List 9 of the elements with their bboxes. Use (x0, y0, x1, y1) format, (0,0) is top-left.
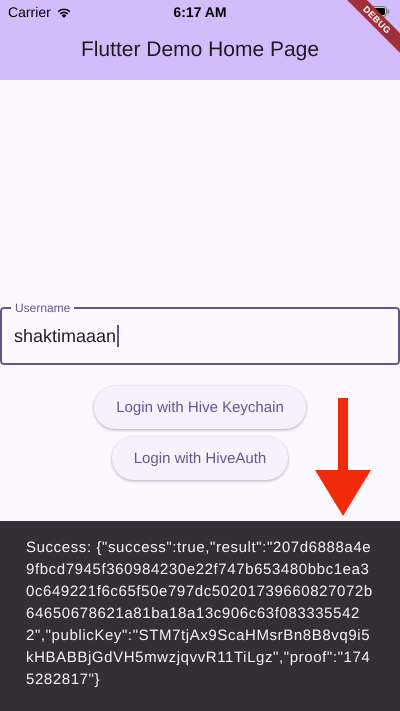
login-button[interactable]: Login with Hive Keychain (94, 386, 306, 429)
snackbar-message: Success: {"success":true,"result":"207d6888a4e9fbcd7945f360984230e22f747b653480bbc1ea30c649221f6c65f50e797dc50201739660827072b64650678621a81ba18a13c906c63f0833355422","publicKey":"STM7tjAx9ScaHMsrBn8B8vq9i5kHBABBjGdVH5mwzjqvvR11TiLgz","proof":"1745282817"} (0, 521, 400, 711)
field-value: shaktimaaan (14, 326, 116, 346)
login-button[interactable]: Login with HiveAuth (112, 437, 288, 480)
field-label: Username (11, 301, 74, 315)
wifi-icon (56, 6, 72, 18)
carrier-text: Carrier (8, 4, 51, 20)
clock-time: 6:17 AM (173, 4, 227, 20)
text-cursor (117, 325, 120, 347)
